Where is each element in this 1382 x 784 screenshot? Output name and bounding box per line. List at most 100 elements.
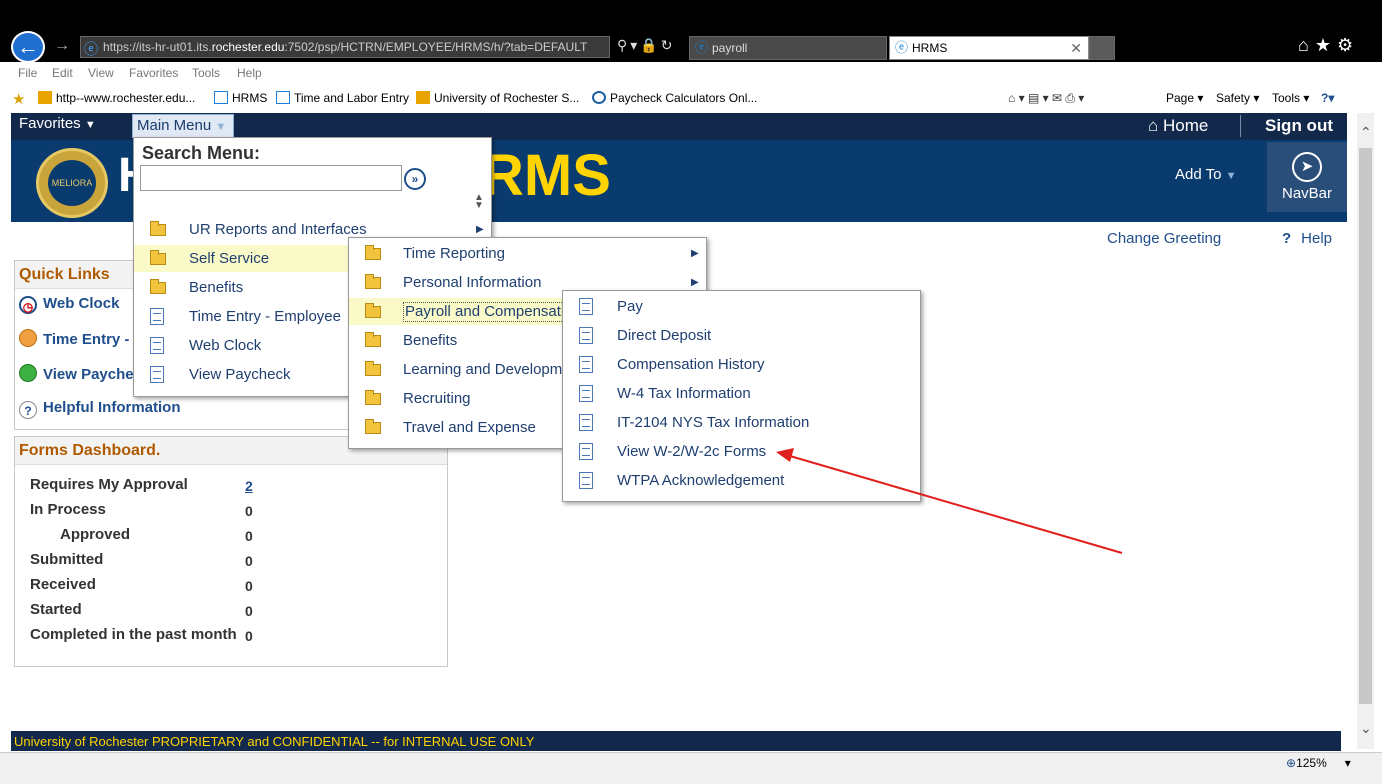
menu-item-wtpa[interactable]: WTPA Acknowledgement bbox=[563, 467, 920, 494]
favorites-star-icon[interactable]: ★ bbox=[12, 90, 25, 108]
help-link[interactable]: ? Help bbox=[1282, 230, 1332, 247]
forward-icon[interactable]: → bbox=[54, 37, 70, 55]
folder-icon bbox=[365, 274, 381, 289]
menu-item-it2104[interactable]: IT-2104 NYS Tax Information bbox=[563, 409, 920, 436]
fav-link[interactable]: HRMS bbox=[214, 91, 267, 105]
menu-help[interactable]: Help bbox=[237, 66, 262, 80]
fd-label: Submitted bbox=[30, 551, 104, 568]
tab-payroll[interactable]: ⓔ payroll bbox=[689, 36, 887, 60]
scroll-down-icon[interactable]: ⌄ bbox=[1360, 720, 1372, 737]
add-to-menu[interactable]: Add To ▼ bbox=[1175, 166, 1237, 183]
menu-edit[interactable]: Edit bbox=[52, 66, 73, 80]
quick-link-time-entry[interactable]: Time Entry - bbox=[19, 329, 129, 348]
menu-view[interactable]: View bbox=[88, 66, 114, 80]
hrms-logo: RMS bbox=[482, 143, 611, 208]
ie-icon: ⓔ bbox=[895, 40, 909, 55]
new-tab-button[interactable] bbox=[1089, 36, 1115, 60]
url-host: rochester.edu bbox=[211, 40, 285, 54]
change-greeting-link[interactable]: Change Greeting bbox=[1107, 230, 1221, 247]
address-bar[interactable]: https://its-hr-ut01.its.rochester.edu:75… bbox=[80, 36, 610, 58]
search-menu-input[interactable] bbox=[140, 165, 402, 191]
search-go-icon[interactable]: » bbox=[404, 168, 426, 190]
folder-icon bbox=[365, 419, 381, 434]
menu-favorites[interactable]: Favorites bbox=[129, 66, 178, 80]
quick-link-helpful-info[interactable]: ? Helpful Information bbox=[19, 399, 181, 419]
page-menu[interactable]: Page ▾ bbox=[1166, 91, 1203, 105]
caret-down-icon: ▼ bbox=[1225, 170, 1237, 182]
favorites-menu[interactable]: Favorites ▼ bbox=[19, 115, 96, 132]
document-icon bbox=[150, 337, 164, 354]
caret-down-icon: ▾ bbox=[1344, 756, 1351, 770]
title-bar bbox=[0, 0, 1382, 32]
fd-value: 0 bbox=[245, 553, 253, 569]
folder-icon bbox=[365, 245, 381, 260]
menu-item-direct-deposit[interactable]: Direct Deposit bbox=[563, 322, 920, 349]
site-icon bbox=[416, 91, 430, 104]
menu-item-time-entry[interactable]: Time Entry - Employee bbox=[134, 303, 348, 330]
folder-icon bbox=[365, 361, 381, 376]
fd-value: 0 bbox=[245, 503, 253, 519]
globe-icon bbox=[592, 91, 606, 104]
menu-item-benefits[interactable]: Benefits bbox=[349, 327, 563, 354]
menu-item-recruiting[interactable]: Recruiting bbox=[349, 385, 563, 412]
tab-label: HRMS bbox=[912, 41, 948, 55]
menu-item-time-reporting[interactable]: Time Reporting ▶ bbox=[349, 240, 708, 267]
url-rest: :7502/psp/HCTRN/EMPLOYEE/HRMS/h/?tab=DEF… bbox=[284, 40, 588, 54]
tab-hrms[interactable]: ⓔ HRMS ✕ bbox=[889, 36, 1089, 60]
tools-menu[interactable]: Tools ▾ bbox=[1272, 91, 1309, 105]
close-icon[interactable]: ✕ bbox=[1070, 37, 1082, 59]
menu-item-self-service[interactable]: Self Service bbox=[134, 245, 348, 272]
fd-label: In Process bbox=[30, 501, 106, 518]
menu-item-compensation-history[interactable]: Compensation History bbox=[563, 351, 920, 378]
address-controls-icon[interactable]: ⚲▾🔒↻ bbox=[617, 37, 675, 54]
safety-menu[interactable]: Safety ▾ bbox=[1216, 91, 1259, 105]
menu-item-learning[interactable]: Learning and Developm bbox=[349, 356, 563, 383]
document-icon bbox=[579, 443, 593, 460]
fav-link[interactable]: University of Rochester S... bbox=[416, 91, 579, 105]
fd-label: Started bbox=[30, 601, 82, 618]
back-button[interactable]: ← bbox=[11, 31, 45, 63]
menu-file[interactable]: File bbox=[18, 66, 37, 80]
folder-icon bbox=[365, 303, 381, 318]
tab-label: payroll bbox=[712, 41, 748, 55]
help-icon[interactable]: ?▾ bbox=[1321, 91, 1334, 105]
search-menu-label: Search Menu: bbox=[142, 143, 261, 163]
ie-icon bbox=[276, 91, 290, 104]
menu-item-travel-expense[interactable]: Travel and Expense bbox=[349, 414, 563, 441]
fd-label: Completed in the past month bbox=[30, 626, 237, 643]
ie-icon: ⓔ bbox=[84, 41, 98, 57]
folder-icon bbox=[150, 221, 166, 236]
scrollbar-thumb[interactable] bbox=[1359, 148, 1372, 704]
main-menu-button[interactable]: Main Menu ▼ bbox=[132, 114, 234, 138]
sign-out-link[interactable]: Sign out bbox=[1265, 116, 1333, 136]
scroll-up-icon[interactable]: ⌃ bbox=[1360, 124, 1372, 141]
menu-item-w4[interactable]: W-4 Tax Information bbox=[563, 380, 920, 407]
home-link[interactable]: ⌂ Home bbox=[1148, 116, 1208, 136]
fav-link[interactable]: http--www.rochester.edu... bbox=[38, 91, 195, 105]
menu-item-web-clock[interactable]: Web Clock bbox=[134, 332, 348, 359]
quick-link-web-clock[interactable]: ◷ Web Clock bbox=[19, 295, 119, 314]
menu-item-benefits[interactable]: Benefits bbox=[134, 274, 348, 301]
fav-link[interactable]: Paycheck Calculators Onl... bbox=[592, 91, 757, 105]
zoom-control[interactable]: ⊕125% ▾ bbox=[1286, 756, 1351, 770]
navbar-button[interactable]: ➤ NavBar bbox=[1267, 142, 1347, 212]
payroll-compensation-menu: Pay Direct Deposit Compensation History … bbox=[562, 290, 921, 502]
fd-value: 0 bbox=[245, 578, 253, 594]
sort-icon[interactable]: ▲ ▼ bbox=[474, 193, 484, 211]
site-icon bbox=[38, 91, 52, 104]
menu-item-payroll-compensation[interactable]: Payroll and Compensati bbox=[349, 298, 567, 325]
command-icons[interactable]: ⌂ ▾ ▤ ▾ ✉ ⎙ ▾ bbox=[1008, 91, 1084, 106]
menu-item-view-w2[interactable]: View W-2/W-2c Forms bbox=[563, 438, 920, 465]
fd-value-link[interactable]: 2 bbox=[245, 478, 253, 494]
menu-tools[interactable]: Tools bbox=[192, 66, 220, 80]
fav-link[interactable]: Time and Labor Entry bbox=[276, 91, 409, 105]
document-icon bbox=[579, 356, 593, 373]
seal-text: MELIORA bbox=[48, 160, 96, 206]
caret-down-icon: ▼ bbox=[84, 119, 96, 131]
folder-icon bbox=[365, 332, 381, 347]
menu-item-pay[interactable]: Pay bbox=[563, 293, 920, 320]
menu-item-view-paycheck[interactable]: View Paycheck bbox=[134, 361, 348, 388]
home-star-gear-icons[interactable]: ⌂★⚙ bbox=[1298, 35, 1359, 56]
compass-icon: ➤ bbox=[1292, 152, 1322, 182]
quick-link-view-paycheck[interactable]: View Payche bbox=[19, 364, 134, 383]
